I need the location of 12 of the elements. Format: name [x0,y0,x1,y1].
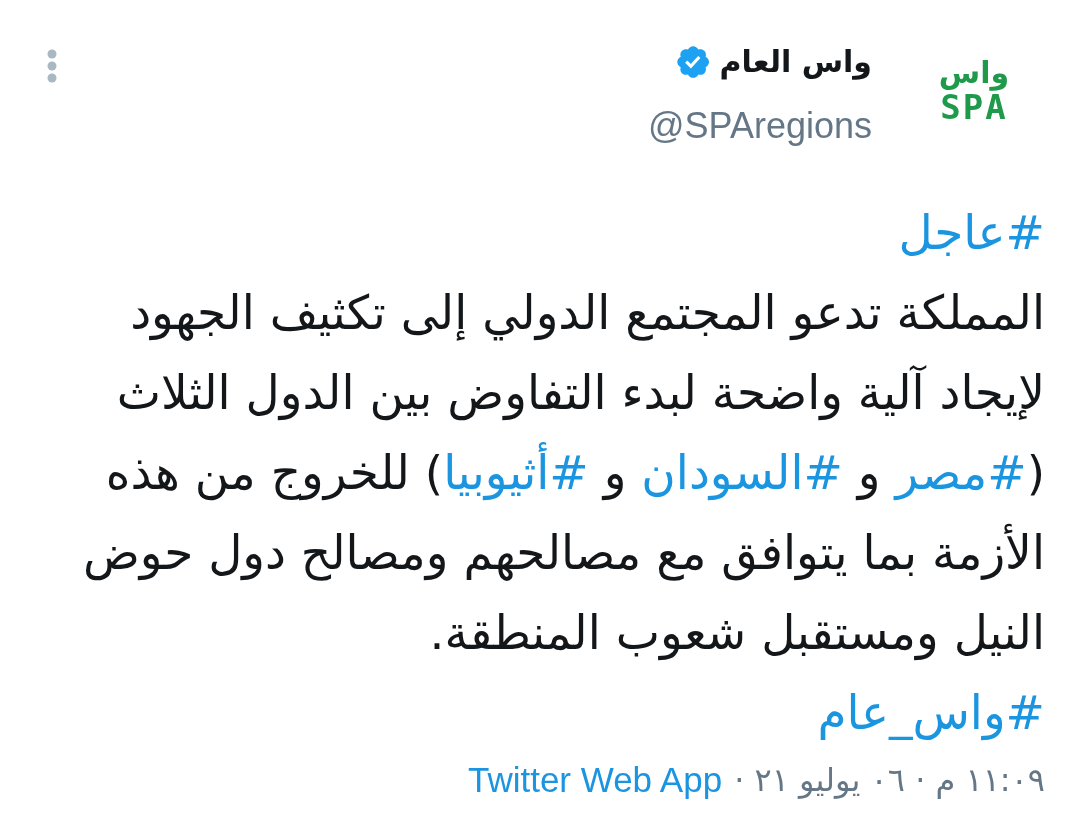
username: @SPAregions [648,104,872,148]
hashtag-link[interactable]: #عاجل [898,205,1045,260]
hashtag-link[interactable]: #مصر [895,445,1027,500]
timestamp: ١١:٠٩ م · ٠٦ يوليو ٢١ · [734,760,1045,800]
logo-text: واس [938,56,1010,90]
tweet-text: #عاجل المملكة تدعو المجتمع الدولي إلى تكثيف الجهود لإيجاد آلية واضحة لبدء التفاوض بين الدول الثلاث ( #مصر و #السودان و #أثيوبيا) للخروج من هذه الأزمة بما يتوافق مع مصالحهم ومصالح دول حوض النيل ومستقبل شعوب المنطقة. #واس_عام [82,204,1045,743]
more-icon [47,49,57,83]
hashtag-link[interactable]: #السودان [641,445,843,500]
logo-text: SPA [940,90,1008,124]
hashtag-link[interactable]: #واس_عام [817,685,1045,740]
source-link[interactable]: Twitter Web App [467,760,723,800]
display-name: واس العام [719,43,872,82]
